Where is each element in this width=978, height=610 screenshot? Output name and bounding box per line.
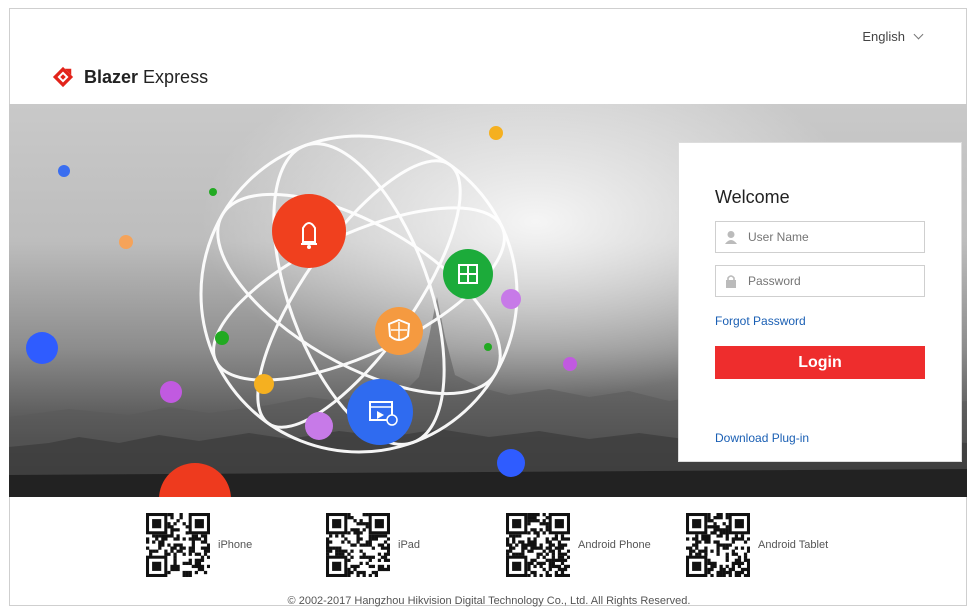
brand-name: Blazer Express [84,67,208,88]
username-field[interactable] [715,221,925,253]
brand-name-bold: Blazer [84,66,139,87]
lock-icon [716,274,746,288]
app-label: Android Tablet [758,539,829,551]
app-android-phone[interactable]: Android Phone [506,513,651,577]
copyright-text: © 2002-2017 Hangzhou Hikvision Digital T… [287,595,691,607]
app-ipad[interactable]: iPad [326,513,420,577]
qr-code-icon [686,513,750,577]
shield-icon [375,307,423,355]
forgot-password-link[interactable]: Forgot Password [715,314,806,328]
language-selector[interactable]: English [862,29,924,44]
app-iphone[interactable]: iPhone [146,513,252,577]
qr-code-icon [506,513,570,577]
welcome-heading: Welcome [715,187,790,207]
chevron-down-icon [913,29,924,40]
user-icon [716,230,746,244]
grid-icon [443,249,493,299]
app-label: iPhone [218,539,253,551]
language-label: English [862,29,905,44]
logo-icon [52,66,74,88]
app-label: Android Phone [578,539,651,551]
bell-icon [272,194,346,268]
password-field[interactable] [715,265,925,297]
qr-code-icon [326,513,390,577]
brand-logo: Blazer Express [52,66,208,88]
download-plugin-link[interactable]: Download Plug-in [715,431,809,445]
qr-code-icon [146,513,210,577]
video-icon [347,379,413,445]
app-android-tablet[interactable]: Android Tablet [686,513,828,577]
app-label: iPad [398,539,421,551]
password-input[interactable] [746,273,920,289]
login-card: Welcome Forgot Password Login Download P… [678,142,962,462]
login-button[interactable]: Login [715,346,925,379]
brand-name-light: Express [143,66,209,87]
username-input[interactable] [746,229,920,245]
app-download-row: iPhone iPad Android Phone Android Tablet [0,513,978,583]
